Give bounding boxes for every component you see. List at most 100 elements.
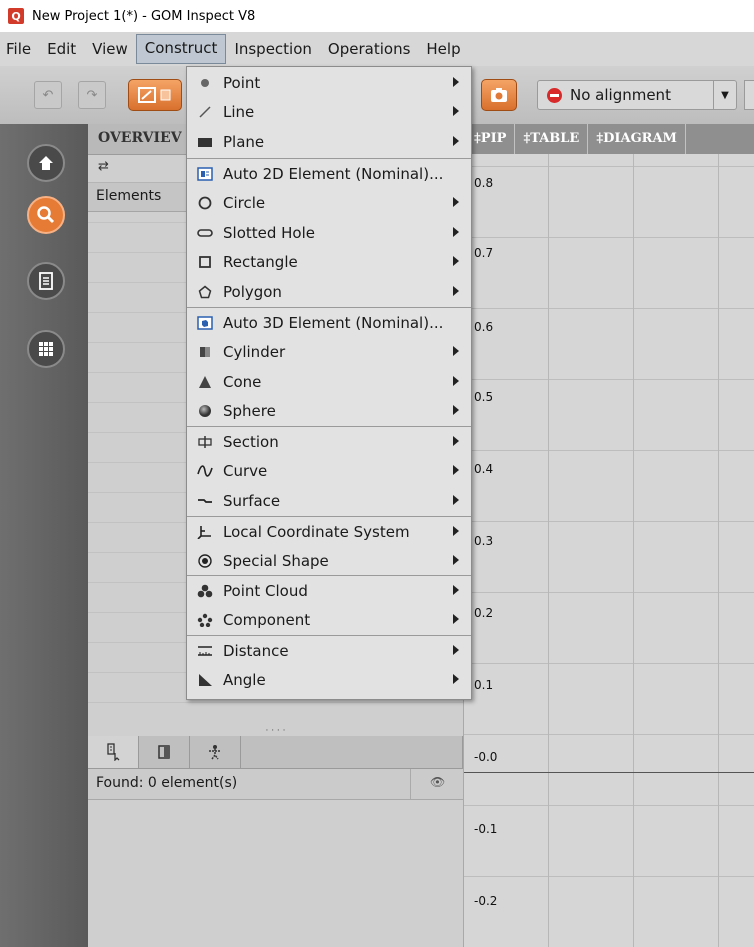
tab-diagram[interactable]: ‡DIAGRAM: [588, 124, 686, 154]
polygon-icon: [195, 285, 215, 299]
menu-item-surface[interactable]: Surface: [187, 486, 471, 515]
submenu-arrow-icon: [453, 346, 459, 356]
property-tabs: [88, 736, 463, 769]
menu-item-local-coordinate-system[interactable]: Local Coordinate System: [187, 517, 471, 546]
grid-icon[interactable]: [27, 330, 65, 368]
left-navigation: [0, 124, 88, 947]
menu-help[interactable]: Help: [418, 35, 468, 63]
menu-item-label: Slotted Hole: [223, 223, 315, 242]
menu-operations[interactable]: Operations: [320, 35, 418, 63]
menu-item-slotted-hole[interactable]: Slotted Hole: [187, 218, 471, 247]
menu-item-component[interactable]: Component: [187, 605, 471, 634]
menu-file[interactable]: File: [0, 35, 39, 63]
menu-item-auto-2d[interactable]: Auto 2D Element (Nominal)...: [187, 159, 471, 188]
menu-item-sphere[interactable]: Sphere: [187, 396, 471, 425]
menu-item-label: Plane: [223, 132, 265, 151]
submenu-arrow-icon: [453, 405, 459, 415]
no-alignment-icon: [547, 87, 562, 103]
component-icon: [195, 613, 215, 627]
submenu-arrow-icon: [453, 585, 459, 595]
tab-table[interactable]: ‡TABLE: [515, 124, 589, 154]
property-tabs-spacer: [241, 736, 463, 768]
undo-icon[interactable]: ↶: [34, 81, 62, 109]
distance-icon: [195, 644, 215, 658]
menu-item-label: Cone: [223, 372, 262, 391]
menu-item-label: Section: [223, 432, 279, 451]
y-tick-label: 0.6: [474, 320, 494, 334]
point-icon: [195, 78, 215, 88]
camera-icon[interactable]: [481, 79, 517, 111]
menu-item-angle[interactable]: Angle: [187, 665, 471, 694]
menu-item-polygon[interactable]: Polygon: [187, 277, 471, 306]
panel-splitter[interactable]: · · · ·: [88, 727, 463, 736]
dropdown-arrow-icon[interactable]: ▼: [713, 81, 736, 109]
column-divider: [410, 769, 411, 799]
construct-tool-icon[interactable]: [128, 79, 182, 111]
figure-icon[interactable]: [190, 736, 241, 768]
circle-icon: [195, 196, 215, 210]
menu-item-point-cloud[interactable]: Point Cloud: [187, 576, 471, 605]
menu-item-special-shape[interactable]: Special Shape: [187, 546, 471, 575]
menu-item-cylinder[interactable]: Cylinder: [187, 337, 471, 366]
toolbar-overflow[interactable]: [744, 80, 754, 110]
diagram-view: ‡PIP ‡TABLE ‡DIAGRAM 0.8 0.7 0.6 0.5 0.4…: [464, 124, 754, 947]
menu-item-label: Auto 3D Element (Nominal)...: [223, 313, 444, 332]
submenu-arrow-icon: [453, 256, 459, 266]
inspect-search-icon[interactable]: [27, 196, 65, 234]
menu-construct[interactable]: Construct: [135, 34, 227, 64]
plane-icon: [195, 136, 215, 148]
search-result-header: Found: 0 element(s) 👁: [88, 769, 463, 800]
auto-2d-icon: [195, 166, 215, 181]
title-bar: Q New Project 1(*) - GOM Inspect V8: [0, 0, 754, 32]
menu-item-label: Special Shape: [223, 551, 329, 570]
menu-item-point[interactable]: Point: [187, 68, 471, 97]
property-icon[interactable]: [139, 736, 190, 768]
angle-icon: [195, 673, 215, 687]
plot-area[interactable]: 0.8 0.7 0.6 0.5 0.4 0.3 0.2 0.1 -0.0 -0.…: [464, 154, 754, 947]
menu-item-label: Point: [223, 73, 261, 92]
submenu-arrow-icon: [453, 227, 459, 237]
y-tick-label: 0.7: [474, 246, 494, 260]
report-icon[interactable]: [27, 262, 65, 300]
menu-item-label: Local Coordinate System: [223, 522, 410, 541]
menu-item-label: Line: [223, 102, 255, 121]
menu-item-auto-3d[interactable]: Auto 3D Element (Nominal)...: [187, 308, 471, 337]
submenu-arrow-icon: [453, 614, 459, 624]
submenu-arrow-icon: [453, 495, 459, 505]
menu-item-rectangle[interactable]: Rectangle: [187, 247, 471, 276]
submenu-arrow-icon: [453, 286, 459, 296]
menu-item-circle[interactable]: Circle: [187, 188, 471, 217]
submenu-arrow-icon: [453, 645, 459, 655]
slotted-hole-icon: [195, 228, 215, 238]
y-tick-label: -0.0: [474, 750, 498, 764]
line-icon: [195, 105, 215, 119]
swap-arrows-icon[interactable]: ⇄: [98, 159, 109, 174]
y-tick-label: 0.5: [474, 390, 494, 404]
element-select-icon[interactable]: [88, 736, 139, 768]
alignment-selector[interactable]: No alignment ▼: [537, 80, 737, 110]
eye-icon[interactable]: 👁: [430, 775, 445, 789]
menu-item-distance[interactable]: Distance: [187, 636, 471, 665]
y-tick-label: 0.4: [474, 462, 494, 476]
menu-item-label: Auto 2D Element (Nominal)...: [223, 164, 444, 183]
submenu-arrow-icon: [453, 526, 459, 536]
special-shape-icon: [195, 553, 215, 568]
redo-icon[interactable]: ↷: [78, 81, 106, 109]
menu-inspection[interactable]: Inspection: [226, 35, 319, 63]
menu-item-line[interactable]: Line: [187, 97, 471, 126]
menu-bar: File Edit View Construct Inspection Oper…: [0, 32, 754, 67]
submenu-arrow-icon: [453, 436, 459, 446]
auto-3d-icon: [195, 315, 215, 330]
menu-view[interactable]: View: [84, 35, 136, 63]
menu-item-section[interactable]: Section: [187, 427, 471, 456]
home-icon[interactable]: [27, 144, 65, 182]
menu-item-curve[interactable]: Curve: [187, 456, 471, 485]
menu-item-label: Polygon: [223, 282, 282, 301]
section-icon: [195, 435, 215, 449]
menu-item-label: Cylinder: [223, 342, 286, 361]
menu-edit[interactable]: Edit: [39, 35, 84, 63]
menu-item-label: Point Cloud: [223, 581, 308, 600]
menu-item-plane[interactable]: Plane: [187, 127, 471, 156]
menu-item-label: Sphere: [223, 401, 276, 420]
menu-item-cone[interactable]: Cone: [187, 367, 471, 396]
